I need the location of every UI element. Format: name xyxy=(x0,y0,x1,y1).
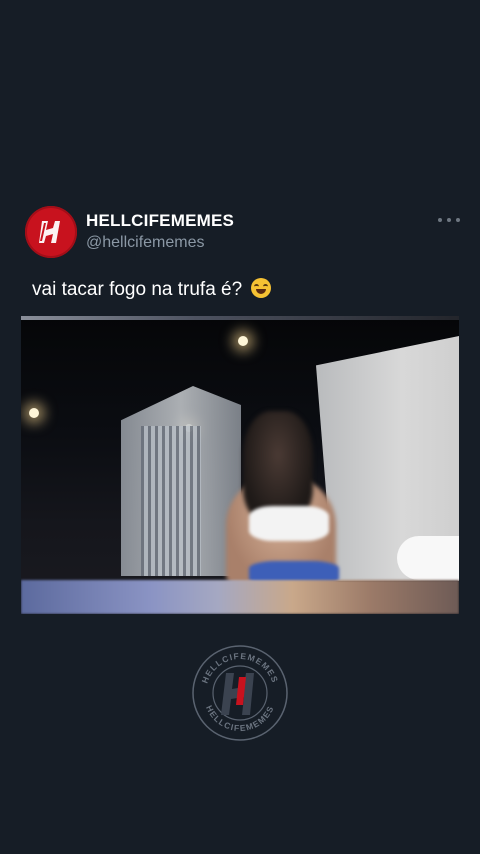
tweet-card: HELLCIFEMEMES @hellcifememes vai tacar f… xyxy=(0,0,480,854)
more-options-icon[interactable] xyxy=(438,212,460,228)
display-name[interactable]: HELLCIFEMEMES xyxy=(86,211,234,231)
video-bottom-band xyxy=(21,580,459,614)
more-dot xyxy=(447,218,451,222)
avatar[interactable] xyxy=(25,206,77,258)
video-overlay-shape xyxy=(397,536,459,580)
video-person-top xyxy=(249,506,329,541)
watermark-ring-bottom-text: HELLCIFEMEMES xyxy=(204,704,275,733)
street-light xyxy=(29,408,39,418)
tweet-text: vai tacar fogo na trufa é? xyxy=(32,278,272,301)
face-with-tears-of-joy-icon xyxy=(251,278,272,298)
video-top-strip xyxy=(21,316,459,320)
tweet-video[interactable] xyxy=(21,316,459,614)
more-dot xyxy=(438,218,442,222)
svg-text:HELLCIFEMEMES: HELLCIFEMEMES xyxy=(204,704,276,733)
street-light xyxy=(238,336,248,346)
video-person-hair xyxy=(243,411,313,521)
more-dot xyxy=(456,218,460,222)
tweet-text-content: vai tacar fogo na trufa é? xyxy=(32,279,243,300)
hellcife-logo-icon xyxy=(39,221,60,243)
hellcife-watermark-icon: HELLCIFEMEMES HELLCIFEMEMES xyxy=(190,643,290,743)
user-handle[interactable]: @hellcifememes xyxy=(86,234,205,252)
video-gate xyxy=(141,426,201,576)
